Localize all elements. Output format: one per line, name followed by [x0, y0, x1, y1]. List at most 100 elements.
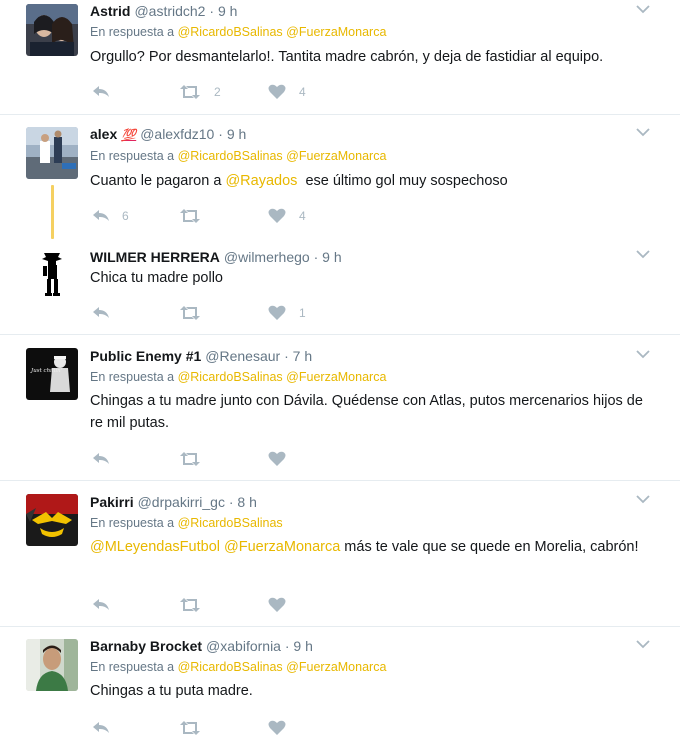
retweet-icon: [180, 721, 200, 735]
mention-link[interactable]: @RicardoBSalinas: [178, 370, 283, 384]
avatar-caption: Just chillin': [30, 368, 62, 374]
separator-dot: ·: [209, 3, 215, 19]
retweet-button[interactable]: [179, 595, 208, 615]
reply-icon: [93, 599, 109, 610]
chevron-down-icon[interactable]: [636, 349, 650, 359]
user-handle[interactable]: @Renesaur: [205, 348, 280, 364]
avatar[interactable]: [26, 494, 78, 546]
chevron-down-icon[interactable]: [636, 494, 650, 504]
timestamp[interactable]: 9 h: [293, 638, 312, 654]
reply-prefix: En respuesta a: [90, 516, 175, 530]
timeline: Astrid @astridch2 · 9 h En respuesta a @R…: [0, 0, 680, 739]
retweet-count: 2: [214, 85, 221, 99]
retweet-icon: [180, 85, 200, 99]
user-handle[interactable]: @wilmerhego: [224, 249, 310, 265]
avatar[interactable]: [26, 127, 78, 179]
retweet-icon: [180, 306, 200, 320]
avatar[interactable]: Just chillin': [26, 348, 78, 400]
reply-button[interactable]: [92, 718, 117, 738]
timestamp[interactable]: 8 h: [237, 494, 256, 510]
mention-link[interactable]: @MLeyendasFutbol: [90, 539, 220, 555]
chevron-down-icon[interactable]: [636, 4, 650, 14]
mention-link[interactable]: @Rayados: [225, 173, 297, 189]
like-button[interactable]: 1: [268, 303, 306, 323]
like-button[interactable]: [268, 718, 293, 738]
avatar[interactable]: [26, 639, 78, 691]
retweet-button[interactable]: [179, 206, 208, 226]
reply-button[interactable]: [92, 595, 117, 615]
reply-button[interactable]: 6: [92, 206, 129, 226]
mention-link[interactable]: @RicardoBSalinas: [178, 149, 283, 163]
timestamp[interactable]: 9 h: [322, 249, 341, 265]
reply-prefix: En respuesta a: [90, 25, 175, 39]
like-button[interactable]: [268, 595, 293, 615]
separator-dot: ·: [228, 494, 234, 510]
avatar[interactable]: [26, 4, 78, 56]
heart-icon: [268, 720, 286, 735]
like-button[interactable]: 4: [268, 206, 306, 226]
tweet[interactable]: Just chillin' Public Enemy #1 @Renesaur ·…: [0, 335, 680, 481]
mention-link[interactable]: @FuerzaMonarca: [286, 25, 386, 39]
retweet-button[interactable]: [179, 303, 208, 323]
mention-link[interactable]: @FuerzaMonarca: [286, 660, 386, 674]
separator-dot: ·: [284, 638, 290, 654]
retweet-button[interactable]: [179, 718, 208, 738]
display-name[interactable]: WILMER HERRERA: [90, 249, 220, 265]
reply-prefix: En respuesta a: [90, 370, 175, 384]
reply-context: En respuesta a @RicardoBSalinas @FuerzaM…: [90, 24, 640, 40]
user-handle[interactable]: @alexfdz10: [140, 126, 214, 142]
retweet-button[interactable]: [179, 449, 208, 469]
reply-context: En respuesta a @RicardoBSalinas: [90, 515, 640, 531]
chevron-down-icon[interactable]: [636, 639, 650, 649]
display-name[interactable]: Barnaby Brocket: [90, 638, 202, 654]
tweet[interactable]: alex 💯 @alexfdz10 · 9 h En respuesta a @Ri…: [0, 115, 680, 239]
tweet[interactable]: Barnaby Brocket @xabifornia · 9 h En resp…: [0, 627, 680, 739]
user-handle[interactable]: @astridch2: [134, 3, 205, 19]
user-handle[interactable]: @xabifornia: [206, 638, 281, 654]
chevron-down-icon[interactable]: [636, 127, 650, 137]
mention-link[interactable]: @RicardoBSalinas: [178, 516, 283, 530]
reply-context: En respuesta a @RicardoBSalinas @FuerzaM…: [90, 659, 640, 675]
mention-link[interactable]: @FuerzaMonarca: [286, 149, 386, 163]
display-name[interactable]: alex: [90, 126, 117, 142]
tweet-text: @MLeyendasFutbol @FuerzaMonarca más te v…: [90, 536, 650, 558]
reply-button[interactable]: [92, 82, 117, 102]
separator-dot: ·: [313, 249, 319, 265]
mention-link[interactable]: @RicardoBSalinas: [178, 25, 283, 39]
chevron-down-icon[interactable]: [636, 249, 650, 259]
tweet[interactable]: WILMER HERRERA @wilmerhego · 9 h Chica tu…: [0, 235, 680, 335]
reply-button[interactable]: [92, 449, 117, 469]
user-handle[interactable]: @drpakirri_gc: [138, 494, 225, 510]
heart-icon: [268, 84, 286, 99]
thread-connector: [51, 185, 54, 239]
mention-link[interactable]: @FuerzaMonarca: [224, 539, 340, 555]
reply-context: En respuesta a @RicardoBSalinas @FuerzaM…: [90, 369, 640, 385]
timestamp[interactable]: 9 h: [227, 126, 246, 142]
reply-icon: [93, 722, 109, 733]
like-count: 4: [299, 209, 306, 223]
reply-count: 6: [122, 209, 129, 223]
tweet-text: Chica tu madre pollo: [90, 270, 223, 286]
reply-button[interactable]: [92, 303, 117, 323]
retweet-button[interactable]: 2: [179, 82, 221, 102]
tweet[interactable]: Pakirri @drpakirri_gc · 8 h En respuesta …: [0, 481, 680, 627]
badge-100: 💯: [121, 128, 137, 142]
like-button[interactable]: [268, 449, 293, 469]
display-name[interactable]: Public Enemy #1: [90, 348, 201, 364]
tweet-text-part: Cuanto le pagaron a: [90, 173, 226, 189]
retweet-icon: [180, 452, 200, 466]
like-button[interactable]: 4: [268, 82, 306, 102]
reply-icon: [93, 453, 109, 464]
display-name[interactable]: Pakirri: [90, 494, 134, 510]
heart-icon: [268, 208, 286, 223]
retweet-icon: [180, 598, 200, 612]
timestamp[interactable]: 7 h: [293, 348, 312, 364]
mention-link[interactable]: @RicardoBSalinas: [178, 660, 283, 674]
tweet[interactable]: Astrid @astridch2 · 9 h En respuesta a @R…: [0, 0, 680, 115]
mention-link[interactable]: @FuerzaMonarca: [286, 370, 386, 384]
heart-icon: [268, 305, 286, 320]
like-count: 1: [299, 306, 306, 320]
timestamp[interactable]: 9 h: [218, 3, 237, 19]
avatar[interactable]: [26, 247, 78, 299]
display-name[interactable]: Astrid: [90, 3, 130, 19]
